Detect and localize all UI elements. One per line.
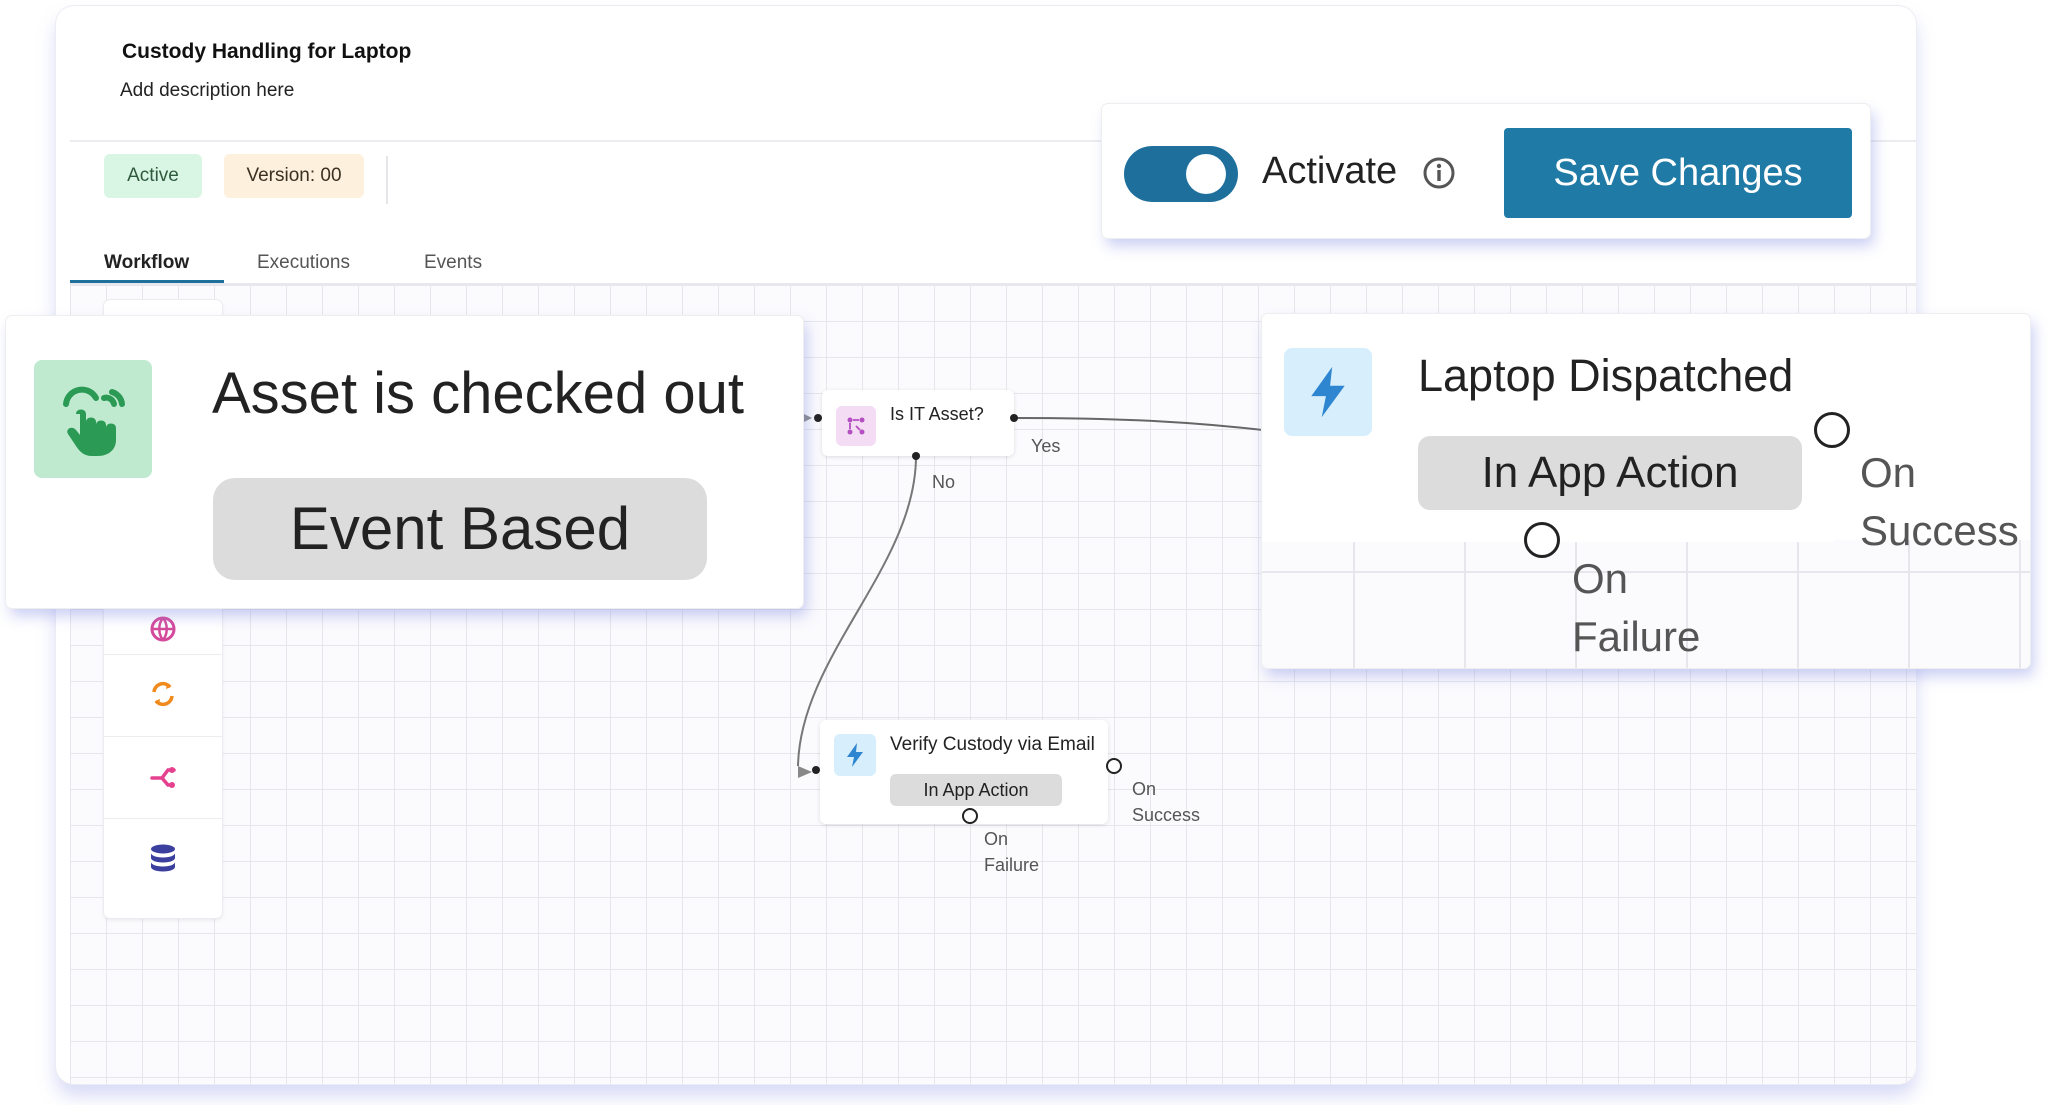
actions-callout: Activate Save Changes [1102,104,1870,238]
dispatch-success-label: On Success [1860,449,2019,554]
condition-icon [836,406,876,446]
hand-tap-icon [34,360,152,478]
verify-custody-node[interactable]: Verify Custody via Email In App Action [820,720,1108,824]
verify-failure-port[interactable] [962,808,978,824]
edge-arrowhead [798,766,812,778]
verify-success-port[interactable] [1106,758,1122,774]
trigger-node-callout[interactable]: Asset is checked out Event Based [6,316,803,608]
dispatch-node-type: In App Action [1418,436,1802,510]
dispatch-node-label: Laptop Dispatched [1418,350,1794,401]
condition-node[interactable]: Is IT Asset? [822,390,1014,456]
dispatch-success-port[interactable] [1814,412,1850,448]
trigger-node-label: Asset is checked out [212,361,744,426]
verify-failure-label: On Failure [984,829,1040,875]
edge-yes [1013,417,1297,435]
condition-no-port[interactable] [912,452,920,460]
verify-success-label: On Success [1132,779,1201,825]
activate-label: Activate [1262,150,1398,192]
save-changes-button[interactable]: Save Changes [1504,128,1852,218]
no-edge-label: No [932,472,956,492]
info-icon[interactable] [1422,156,1456,195]
verify-input-port[interactable] [812,766,820,774]
condition-label: Is IT Asset? [890,404,984,424]
dispatch-node-callout[interactable]: Laptop Dispatched In App Action On Succe… [1262,314,2030,668]
trigger-type-pill: Event Based [213,478,707,580]
condition-input-port[interactable] [814,414,822,422]
lightning-icon [1284,348,1372,436]
verify-node-type: In App Action [890,774,1062,806]
yes-edge-label: Yes [1031,436,1061,456]
lightning-icon [834,734,876,776]
condition-yes-port[interactable] [1010,414,1018,422]
activate-toggle[interactable] [1124,146,1238,202]
toggle-knob [1186,154,1226,194]
dispatch-failure-port[interactable] [1524,522,1560,558]
verify-node-label: Verify Custody via Email [890,734,1095,755]
dispatch-failure-label: On Failure [1572,555,1701,660]
